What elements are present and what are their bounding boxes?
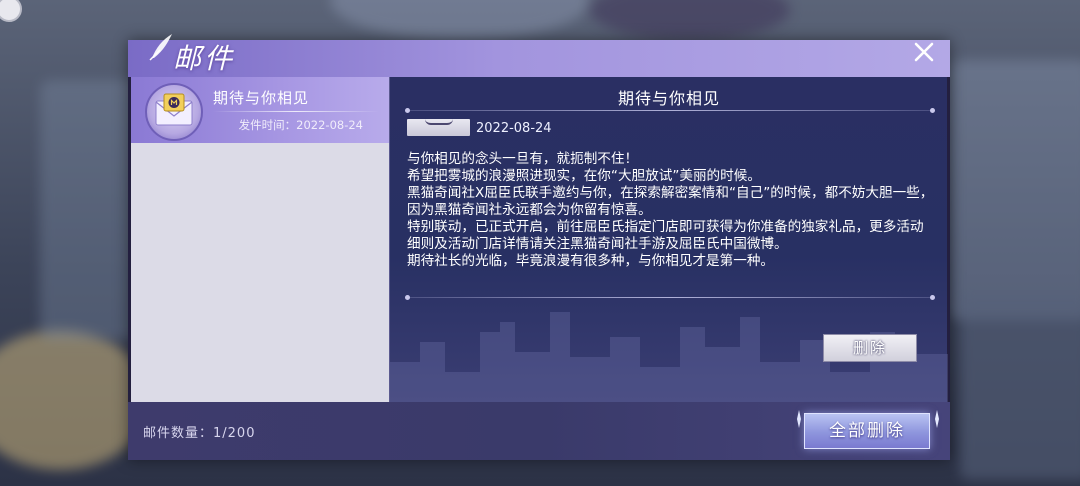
content-title: 期待与你相见 [617, 89, 720, 108]
divider-dot [930, 108, 935, 113]
delete-all-button[interactable]: 全部删除 [804, 413, 930, 449]
body-divider [405, 295, 935, 300]
mail-dialog: 邮件 期待与你相见 发件时间：2022-08-24 期待与你相见 2022-08… [128, 34, 950, 460]
background-scenery [960, 300, 1080, 480]
body-paragraph: 希望把雾城的浪漫照进现实，在你“大胆放试”美丽的时候。 [407, 168, 761, 184]
background-scenery [950, 60, 1080, 320]
mail-count: 邮件数量：1/200 [143, 426, 256, 441]
sparkle-icon [935, 410, 939, 428]
body-paragraph: 特别联动，已正式开启，前往屈臣氏指定门店即可获得为你准备的独家礼品，更多活动细则… [407, 219, 924, 252]
mail-item-title: 期待与你相见 [213, 89, 310, 107]
background-scenery [590, 0, 790, 40]
divider-dot [405, 108, 410, 113]
date-chip-mark [425, 119, 453, 125]
title-divider [405, 108, 935, 113]
content-body: 与你相见的念头一旦有，就扼制不住！ 希望把雾城的浪漫照进现实，在你“大胆放试”美… [407, 151, 935, 270]
mail-item-date: 发件时间：2022-08-24 [238, 118, 363, 132]
feather-icon [149, 34, 172, 61]
body-paragraph: 黑猫奇闻社X屈臣氏联手邀约与你，在探索解密案情和“自己”的时候，都不妨大胆一些，… [407, 185, 934, 218]
delete-button[interactable]: 删除 [823, 334, 917, 362]
dialog-title: 邮件 [173, 42, 236, 75]
mail-list-item[interactable]: 期待与你相见 发件时间：2022-08-24 [131, 77, 389, 143]
divider-dot [930, 295, 935, 300]
corner-button[interactable] [0, 0, 22, 22]
divider [213, 111, 379, 112]
background-scenery [330, 0, 590, 40]
mail-content-panel: 期待与你相见 2022-08-24 与你相见的念头一旦有，就扼制不住！ 希望把雾… [389, 77, 948, 402]
dialog-header: 邮件 [128, 34, 950, 77]
content-date: 2022-08-24 [476, 121, 552, 136]
body-paragraph: 与你相见的念头一旦有，就扼制不住！ [407, 151, 639, 167]
divider-dot [405, 295, 410, 300]
close-icon[interactable] [912, 40, 936, 64]
envelope-icon [145, 83, 203, 141]
date-chip [407, 119, 470, 136]
dialog-footer: 邮件数量：1/200 全部删除 [128, 402, 950, 460]
mail-list[interactable]: 期待与你相见 发件时间：2022-08-24 [131, 77, 389, 402]
body-paragraph: 期待社长的光临，毕竟浪漫有很多种，与你相见才是第一种。 [407, 253, 775, 269]
